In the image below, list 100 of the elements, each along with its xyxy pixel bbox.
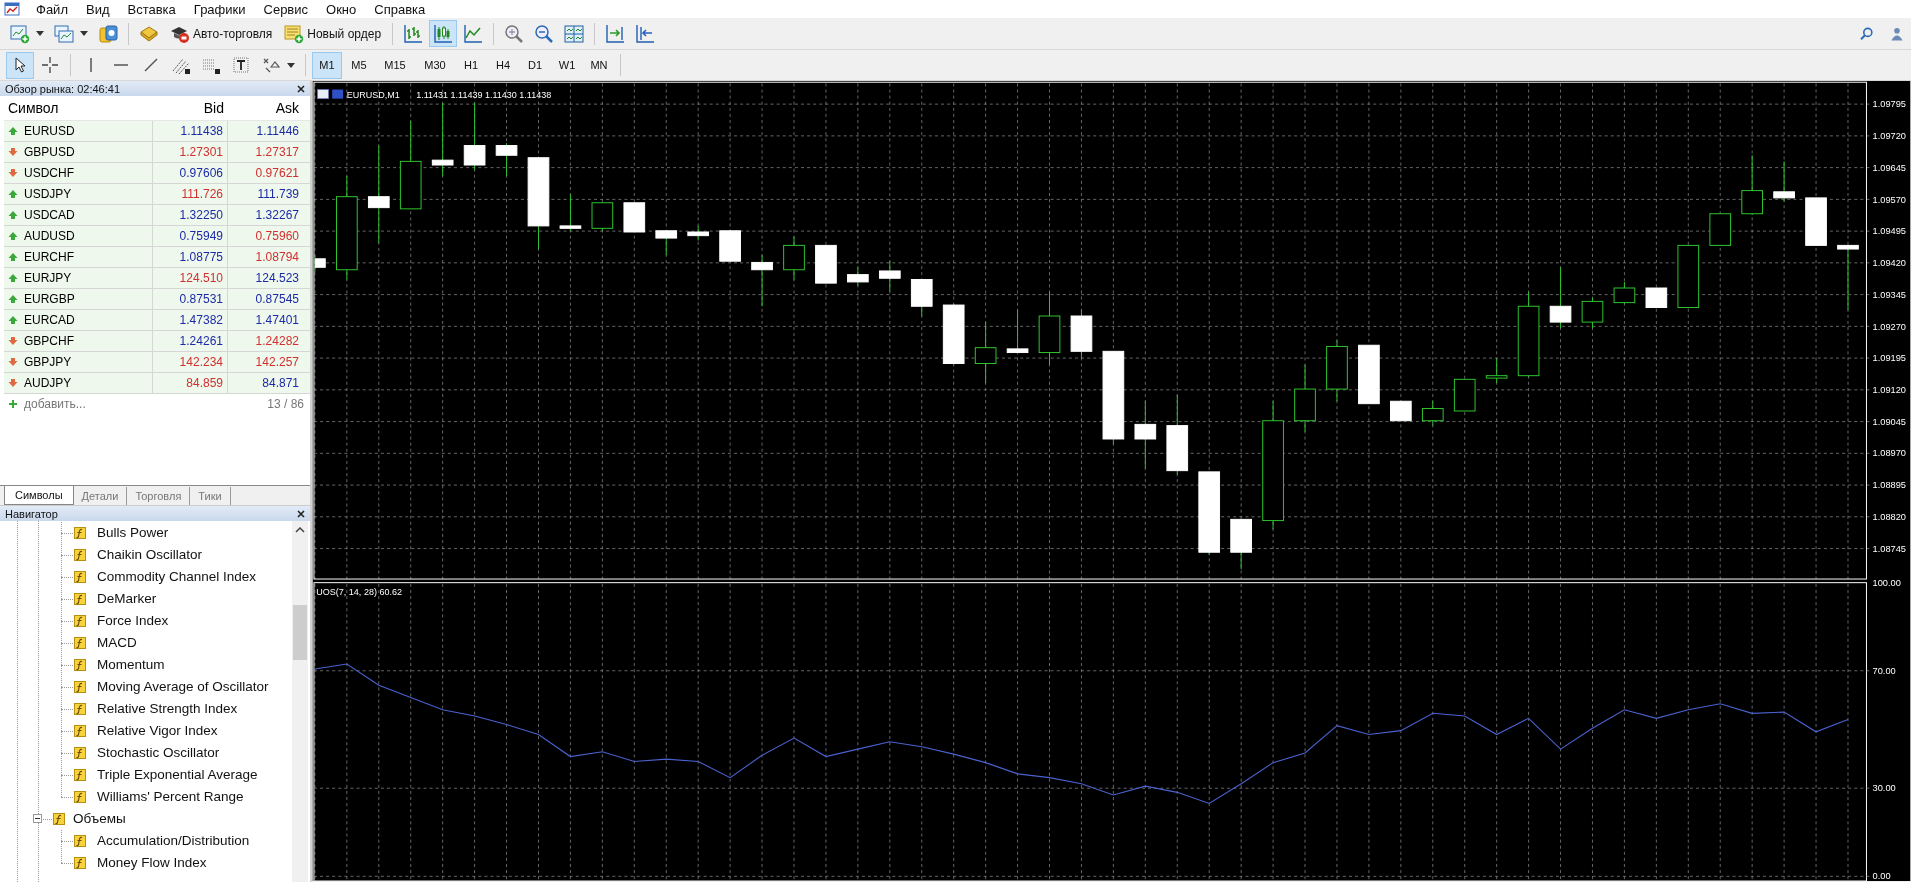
timeframe-button[interactable]: M15 xyxy=(376,51,414,79)
symbol-cell[interactable]: EURJPY xyxy=(4,268,153,288)
candle xyxy=(910,279,933,317)
symbol-cell[interactable]: USDCHF xyxy=(4,163,153,183)
candle xyxy=(1453,378,1476,412)
tree-item[interactable]: Accumulation/Distribution xyxy=(97,833,250,848)
new-order-button[interactable]: Новый ордер xyxy=(279,20,387,47)
symbol-cell[interactable]: EURCHF xyxy=(4,247,153,267)
panel-tab[interactable]: Тики xyxy=(190,487,231,505)
symbol-cell[interactable]: USDCAD xyxy=(4,205,153,225)
panel-title: Навигатор xyxy=(5,507,58,520)
menu-item[interactable]: Вид xyxy=(77,1,118,17)
candle xyxy=(1805,197,1827,246)
menu-item[interactable]: Справка xyxy=(366,1,434,17)
bid-cell: 1.47382 xyxy=(153,310,228,330)
candle xyxy=(1230,518,1252,570)
candle xyxy=(1549,266,1572,329)
ask-cell-text: 0.87545 xyxy=(254,291,300,308)
symbol-cell[interactable]: GBPUSD xyxy=(4,142,153,162)
timeframe-button[interactable]: D1 xyxy=(520,51,550,79)
tree-item[interactable]: Force Index xyxy=(97,613,169,628)
tree-item[interactable]: Relative Strength Index xyxy=(97,701,238,716)
timeframe-button[interactable]: M5 xyxy=(344,51,374,79)
user-icon[interactable] xyxy=(1889,25,1905,42)
timeframe-button[interactable]: H4 xyxy=(488,51,518,79)
candle xyxy=(655,230,678,256)
auto-trading-button[interactable]: Авто-торговля xyxy=(165,20,278,47)
tree-item[interactable]: Commodity Channel Index xyxy=(97,569,257,584)
collapse-icon[interactable] xyxy=(33,814,42,823)
timeframe-button[interactable]: H1 xyxy=(456,51,486,79)
menu-item[interactable]: Графики xyxy=(185,1,254,17)
function-icon xyxy=(74,835,86,847)
candle xyxy=(1358,344,1380,405)
symbol-name: EURJPY xyxy=(24,271,72,285)
candle xyxy=(559,193,582,232)
symbol-cell[interactable]: USDJPY xyxy=(4,184,153,204)
menu-item[interactable]: Файл xyxy=(28,1,76,17)
close-icon[interactable] xyxy=(297,509,305,518)
menu-item[interactable]: Сервис xyxy=(255,1,317,17)
symbol-cell[interactable]: EURGBP xyxy=(4,289,153,309)
panel-tab[interactable]: Символы xyxy=(4,486,74,505)
column-header[interactable]: Ask xyxy=(228,100,303,116)
timeframe-button[interactable]: MN xyxy=(584,51,614,79)
candle xyxy=(942,303,965,366)
caret-icon[interactable] xyxy=(80,31,88,36)
price-label: 1.09495 xyxy=(1872,226,1906,237)
tree-item[interactable]: Chaikin Oscillator xyxy=(97,547,203,562)
symbol-name: AUDJPY xyxy=(24,376,72,390)
bid-cell: 1.08775 xyxy=(153,247,228,267)
symbol-name: GBPCHF xyxy=(24,334,74,348)
caret-icon[interactable] xyxy=(36,31,44,36)
price-label: 1.08820 xyxy=(1872,512,1906,522)
price-label: 1.08745 xyxy=(1872,543,1906,554)
bid-cell: 0.87531 xyxy=(153,289,228,309)
scroll-up-icon[interactable] xyxy=(295,527,305,533)
ask-cell-text: 124.523 xyxy=(254,270,300,287)
tree-item[interactable]: Объемы xyxy=(73,811,126,826)
tree-item[interactable]: Stochastic Oscillator xyxy=(97,745,220,760)
panel-tab[interactable]: Торговля xyxy=(127,487,191,505)
tree-item[interactable]: Bulls Power xyxy=(97,525,169,540)
menu-item[interactable]: Вставка xyxy=(119,1,184,17)
plus-icon[interactable] xyxy=(8,399,18,409)
symbol-cell[interactable]: GBPJPY xyxy=(4,352,153,372)
tree-item[interactable]: Williams' Percent Range xyxy=(97,789,244,804)
candlestick-chart-button[interactable] xyxy=(429,20,458,47)
symbol-name: EURUSD xyxy=(24,124,75,138)
search-icon[interactable] xyxy=(1859,25,1875,42)
column-header[interactable]: Символ xyxy=(4,100,153,116)
scrollbar-thumb[interactable] xyxy=(293,605,307,660)
symbol-cell[interactable]: AUDUSD xyxy=(4,226,153,246)
tree-item[interactable]: Moving Average of Oscillator xyxy=(97,679,269,694)
price-label: 1.09045 xyxy=(1872,416,1906,427)
symbol-cell[interactable]: EURUSD xyxy=(4,121,153,141)
symbol-cell[interactable]: EURCAD xyxy=(4,310,153,330)
cursor-button[interactable] xyxy=(6,51,34,79)
menu-item[interactable]: Окно xyxy=(318,1,365,17)
add-symbol-link[interactable]: добавить... xyxy=(24,397,268,411)
note-plus-icon xyxy=(284,23,305,44)
function-icon xyxy=(74,681,86,693)
price-label: 1.09345 xyxy=(1872,289,1906,300)
candle xyxy=(1581,297,1604,329)
caret-icon[interactable] xyxy=(287,62,295,68)
tree-item[interactable]: DeMarker xyxy=(97,591,157,606)
tree-item[interactable]: Momentum xyxy=(97,657,165,672)
timeframe-button[interactable]: M1 xyxy=(312,51,342,79)
timeframe-button[interactable]: M30 xyxy=(416,51,454,79)
timeframe-button[interactable]: W1 xyxy=(552,51,582,79)
function-icon xyxy=(74,637,86,649)
tree-item[interactable]: Relative Vigor Index xyxy=(97,723,218,738)
panel-tab[interactable]: Детали xyxy=(73,487,128,505)
symbol-cell[interactable]: AUDJPY xyxy=(4,373,153,393)
price-label: 1.08970 xyxy=(1872,448,1906,459)
close-icon[interactable] xyxy=(297,84,305,93)
tree-item[interactable]: Triple Exponential Average xyxy=(97,767,258,782)
column-header[interactable]: Bid xyxy=(153,100,228,116)
tree-item[interactable]: Money Flow Index xyxy=(97,855,207,870)
tree-item[interactable]: MACD xyxy=(97,635,137,650)
symbol-name: USDCHF xyxy=(24,166,74,180)
candle xyxy=(1070,309,1093,360)
symbol-cell[interactable]: GBPCHF xyxy=(4,331,153,351)
